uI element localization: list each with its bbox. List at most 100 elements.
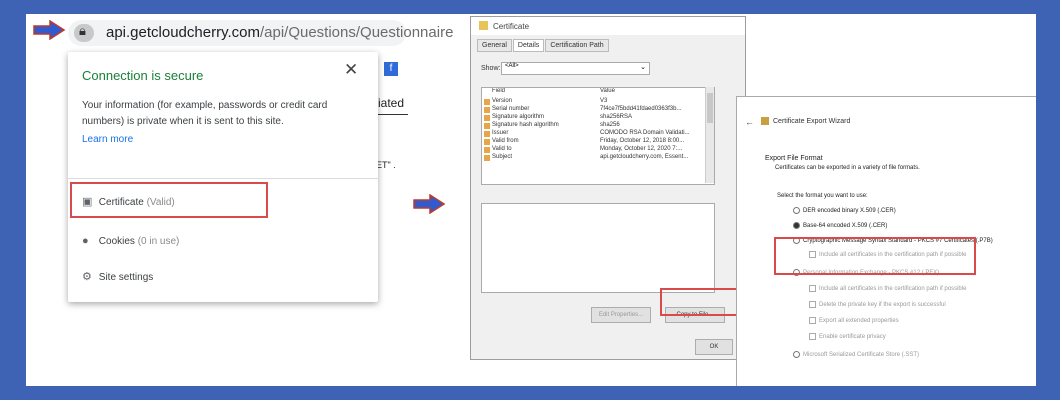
table-row[interactable]: Issuer COMODO RSA Domain Validati... <box>482 130 714 138</box>
field-icon <box>484 147 490 153</box>
back-arrow-icon[interactable]: ← <box>745 117 754 127</box>
field-value: api.getcloudcherry.com, Essent... <box>600 154 689 160</box>
field-column-header: Field <box>492 88 506 94</box>
chevron-down-icon: ⌄ <box>640 64 646 71</box>
radio-sst[interactable] <box>793 351 800 358</box>
option-sst-label: Microsoft Serialized Certificate Store (… <box>803 352 920 359</box>
field-value: sha256 <box>600 122 620 128</box>
field-value: sha256RSA <box>600 114 633 120</box>
pfx-option-label: Export all extended properties <box>819 318 899 325</box>
popup-divider <box>68 178 378 179</box>
wizard-title-text: Certificate Export Wizard <box>773 118 851 125</box>
field-icon <box>484 107 490 113</box>
field-value-box[interactable] <box>481 203 715 293</box>
address-url: api.getcloudcherry.com/api/Questions/Que… <box>106 24 453 41</box>
copy-to-file-highlight-box <box>660 288 738 316</box>
pfx-option[interactable]: Delete the private key if the export is … <box>809 301 946 308</box>
checkbox[interactable] <box>809 285 816 292</box>
field-value: V3 <box>600 98 608 104</box>
table-row[interactable]: Signature hash algorithm sha256 <box>482 122 714 130</box>
field-value: Friday, October 12, 2018 8:00... <box>600 138 685 144</box>
dialog-title: Certificate <box>493 22 530 31</box>
table-row[interactable]: Signature algorithm sha256RSA <box>482 114 714 122</box>
fields-list[interactable]: Field Value Version V3 Serial number 7f4ce7… <box>481 87 715 185</box>
pfx-option[interactable]: Export all extended properties <box>809 317 899 324</box>
field-value: COMODO RSA Domain Validati... <box>600 130 690 136</box>
fields-list-scrollbar[interactable] <box>705 87 714 183</box>
field-icon <box>484 99 490 105</box>
field-name: Serial number <box>492 106 530 112</box>
show-label: Show: <box>481 65 501 72</box>
pointer-arrow-icon <box>33 20 66 40</box>
section-description: Certificates can be exported in a variet… <box>775 165 920 171</box>
option-der[interactable]: DER encoded binary X.509 (.CER) <box>793 207 896 214</box>
field-name: Valid to <box>492 146 512 152</box>
certificate-highlight-box <box>70 182 268 218</box>
address-bar[interactable]: 🔒︎ api.getcloudcherry.com/api/Questions/… <box>68 20 453 46</box>
site-info-button[interactable]: 🔒︎ <box>74 23 94 42</box>
tab-details[interactable]: Details <box>512 39 545 52</box>
pfx-option[interactable]: Include all certificates in the certific… <box>809 285 966 292</box>
option-base64[interactable]: Base-64 encoded X.509 (.CER) <box>793 222 887 229</box>
cookies-menu-item[interactable]: ● Cookies (0 in use) <box>82 235 179 247</box>
checkbox[interactable] <box>809 317 816 324</box>
learn-more-link[interactable]: Learn more <box>82 134 133 145</box>
field-name: Version <box>492 98 513 104</box>
address-path: /api/Questions/Questionnaire <box>259 24 454 41</box>
certificate-window-icon <box>479 21 488 30</box>
screenshot-canvas: 🔒︎ api.getcloudcherry.com/api/Questions/… <box>26 14 1036 386</box>
show-select-value: <All> <box>505 63 519 69</box>
fields-list-header: Field Value <box>482 88 714 98</box>
connection-description: Your information (for example, passwords… <box>82 100 328 127</box>
cookie-icon: ● <box>82 235 89 247</box>
section-title: Export File Format <box>765 155 823 162</box>
pfx-option[interactable]: Enable certificate privacy <box>809 333 886 340</box>
pfx-option-label: Enable certificate privacy <box>819 334 886 341</box>
field-name: Signature algorithm <box>492 114 545 120</box>
tab-general[interactable]: General <box>477 39 512 52</box>
field-name: Valid from <box>492 138 519 144</box>
table-row[interactable]: Valid to Monday, October 12, 2020 7:... <box>482 146 714 154</box>
option-base64-label: Base-64 encoded X.509 (.CER) <box>803 223 888 230</box>
lock-icon: 🔒︎ <box>79 23 86 38</box>
scrollbar-thumb[interactable] <box>707 93 713 123</box>
wizard-title: Certificate Export Wizard <box>761 118 850 125</box>
show-select[interactable]: <All> ⌄ <box>501 62 650 75</box>
pointer-arrow-icon <box>413 194 446 214</box>
checkbox[interactable] <box>809 301 816 308</box>
option-der-label: DER encoded binary X.509 (.CER) <box>803 208 896 215</box>
table-row[interactable]: Subject api.getcloudcherry.com, Essent... <box>482 154 714 162</box>
table-row[interactable]: Valid from Friday, October 12, 2018 8:00.… <box>482 138 714 146</box>
background-tab-icon: f <box>384 58 398 76</box>
format-prompt: Select the format you want to use: <box>777 193 868 199</box>
field-icon <box>484 115 490 121</box>
gear-icon: ⚙ <box>82 271 92 283</box>
cookies-label: Cookies <box>98 236 135 247</box>
close-icon[interactable]: ✕ <box>344 60 358 80</box>
tab-certification-path[interactable]: Certification Path <box>545 39 609 52</box>
radio-der[interactable] <box>793 207 800 214</box>
site-settings-menu-item[interactable]: ⚙ Site settings <box>82 270 153 283</box>
checkbox[interactable] <box>809 333 816 340</box>
base64-highlight-box <box>774 237 976 275</box>
field-icon <box>484 131 490 137</box>
edit-properties-button[interactable]: Edit Properties... <box>591 307 651 323</box>
field-name: Signature hash algorithm <box>492 122 559 128</box>
ok-button[interactable]: OK <box>695 339 733 355</box>
screenshot-frame: 🔒︎ api.getcloudcherry.com/api/Questions/… <box>0 0 1060 400</box>
dialog-tabs: General Details Certification Path <box>477 39 610 52</box>
field-icon <box>484 155 490 161</box>
dialog-titlebar: Certificate <box>471 17 745 35</box>
table-row[interactable]: Version V3 <box>482 98 714 106</box>
address-domain: api.getcloudcherry.com <box>106 24 260 41</box>
value-column-header: Value <box>600 88 615 94</box>
radio-base64[interactable] <box>793 222 800 229</box>
fields-list-rows: Version V3 Serial number 7f4ce7f5bdd41fdaed… <box>482 98 714 162</box>
option-sst[interactable]: Microsoft Serialized Certificate Store (… <box>793 351 919 358</box>
field-value: 7f4ce7f5bdd41fdaed0363f3b... <box>600 106 682 112</box>
site-info-popup: Connection is secure ✕ Your information … <box>68 52 378 302</box>
background-text-fragment: ET" . <box>376 160 396 170</box>
field-name: Subject <box>492 154 513 160</box>
table-row[interactable]: Serial number 7f4ce7f5bdd41fdaed0363f3b..… <box>482 106 714 114</box>
field-icon <box>484 123 490 129</box>
